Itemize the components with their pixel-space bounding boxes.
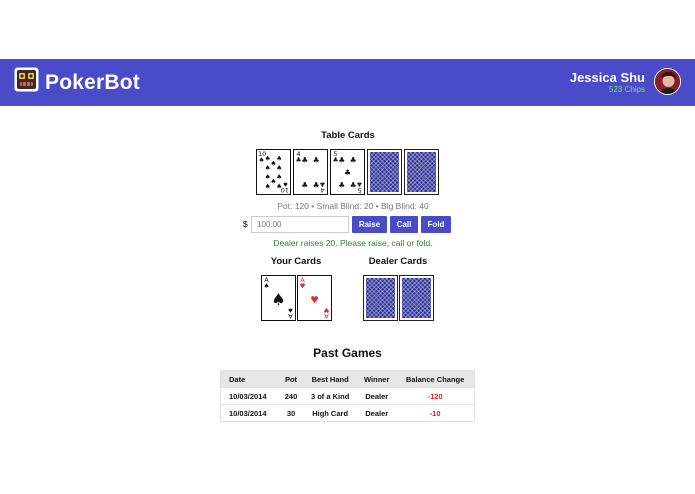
table-card-1: 10 ♠ ♠ ♠ ♠ ♠ ♠ ♠ ♠ ♠ ♠ ♠ 10 ♠: [256, 149, 291, 195]
your-cards-title: Your Cards: [270, 256, 322, 267]
svg-text:♣: ♣: [313, 156, 320, 165]
svg-text:♣: ♣: [301, 180, 308, 189]
spade-icon: ♠: [282, 180, 289, 188]
cell-pot: 240: [279, 387, 304, 405]
spade-icon: ♠: [287, 306, 294, 314]
status-message: Dealer raises 20. Please raise, call or …: [273, 238, 433, 248]
table-cards-title: Table Cards: [321, 130, 375, 141]
cell-best-hand: 3 of a Kind: [303, 387, 358, 405]
svg-text:♠: ♠: [276, 173, 282, 181]
svg-text:♣: ♣: [344, 168, 351, 177]
cell-date: 10/03/2014: [220, 387, 280, 405]
table-card-4-facedown: [367, 149, 402, 195]
svg-text:♠: ♠: [271, 290, 286, 309]
table-card-2: 4 ♣ ♣ ♣ ♣ ♣ 4 ♣: [293, 149, 328, 195]
heart-icon: ♥: [323, 306, 330, 314]
cell-balance-change: -10: [396, 404, 475, 422]
card-back-pattern: [402, 278, 431, 318]
cell-balance-change: -120: [396, 387, 475, 405]
column-header-winner: Winner: [357, 370, 397, 388]
call-button[interactable]: Call: [390, 216, 418, 233]
pot-info: Pot: 120 • Small Blind: 20 • Big Blind: …: [277, 201, 429, 211]
avatar[interactable]: [654, 68, 681, 95]
bet-amount-input[interactable]: [251, 216, 349, 233]
heart-pip-icon: ♥: [310, 295, 319, 306]
cell-pot: 30: [279, 404, 304, 422]
currency-symbol: $: [243, 219, 248, 229]
past-games-title: Past Games: [313, 346, 382, 360]
table-row: 10/03/2014 30 High Card Dealer -10: [220, 404, 475, 422]
svg-text:♣: ♣: [350, 156, 357, 165]
card-back-pattern: [407, 152, 436, 192]
svg-text:♠: ♠: [276, 164, 282, 172]
dealer-card-2-facedown: [399, 275, 434, 321]
past-games-table: Date Pot Best Hand Winner Balance Change…: [220, 370, 475, 422]
club-icon: ♣: [356, 180, 363, 188]
column-header-balance-change: Balance Change: [396, 370, 475, 388]
card-back-pattern: [366, 278, 395, 318]
user-name[interactable]: Jessica Shu: [570, 70, 645, 85]
cell-winner: Dealer: [357, 387, 397, 405]
club-pips-icon: ♣ ♣ ♣ ♣ ♣: [338, 156, 357, 190]
svg-text:♣: ♣: [338, 156, 345, 165]
svg-text:♠: ♠: [265, 182, 271, 190]
club-pips-icon: ♣ ♣ ♣ ♣: [301, 156, 320, 190]
navbar: PokerBot Jessica Shu 523 Chips: [0, 59, 695, 106]
table-card-3: 5 ♣ ♣ ♣ ♣ ♣ ♣ 5 ♣: [330, 149, 365, 195]
spade-pips-icon: ♠ ♠ ♠ ♠ ♠ ♠ ♠ ♠ ♠ ♠: [265, 155, 282, 191]
user-chip-count: 523 Chips: [608, 85, 645, 94]
dealer-cards-title: Dealer Cards: [368, 256, 428, 267]
column-header-best-hand: Best Hand: [303, 370, 358, 388]
svg-text:♠: ♠: [265, 164, 271, 172]
your-card-2: A ♥ ♥ A ♥: [297, 275, 332, 321]
table-row: 10/03/2014 240 3 of a Kind Dealer -120: [220, 387, 475, 405]
your-card-1: A ♠ ♠ A ♠: [261, 275, 296, 321]
cell-winner: Dealer: [357, 404, 397, 422]
svg-text:♠: ♠: [276, 155, 282, 163]
spade-pip-icon: ♠: [271, 290, 286, 309]
card-back-pattern: [370, 152, 399, 192]
robot-icon[interactable]: [14, 67, 39, 92]
brand-title[interactable]: PokerBot: [45, 71, 140, 95]
table-card-5-facedown: [404, 149, 439, 195]
fold-button[interactable]: Fold: [421, 216, 451, 233]
dealer-card-1-facedown: [363, 275, 398, 321]
avatar-photo: [655, 69, 680, 94]
column-header-pot: Pot: [279, 370, 304, 388]
svg-text:♥: ♥: [310, 295, 319, 306]
club-icon: ♣: [319, 180, 326, 188]
cell-date: 10/03/2014: [220, 404, 280, 422]
cell-best-hand: High Card: [303, 404, 358, 422]
table-header-row: Date Pot Best Hand Winner Balance Change: [220, 370, 475, 388]
column-header-date: Date: [220, 370, 280, 388]
svg-text:♣: ♣: [301, 156, 308, 165]
svg-text:♣: ♣: [338, 180, 345, 189]
raise-button[interactable]: Raise: [352, 216, 387, 233]
